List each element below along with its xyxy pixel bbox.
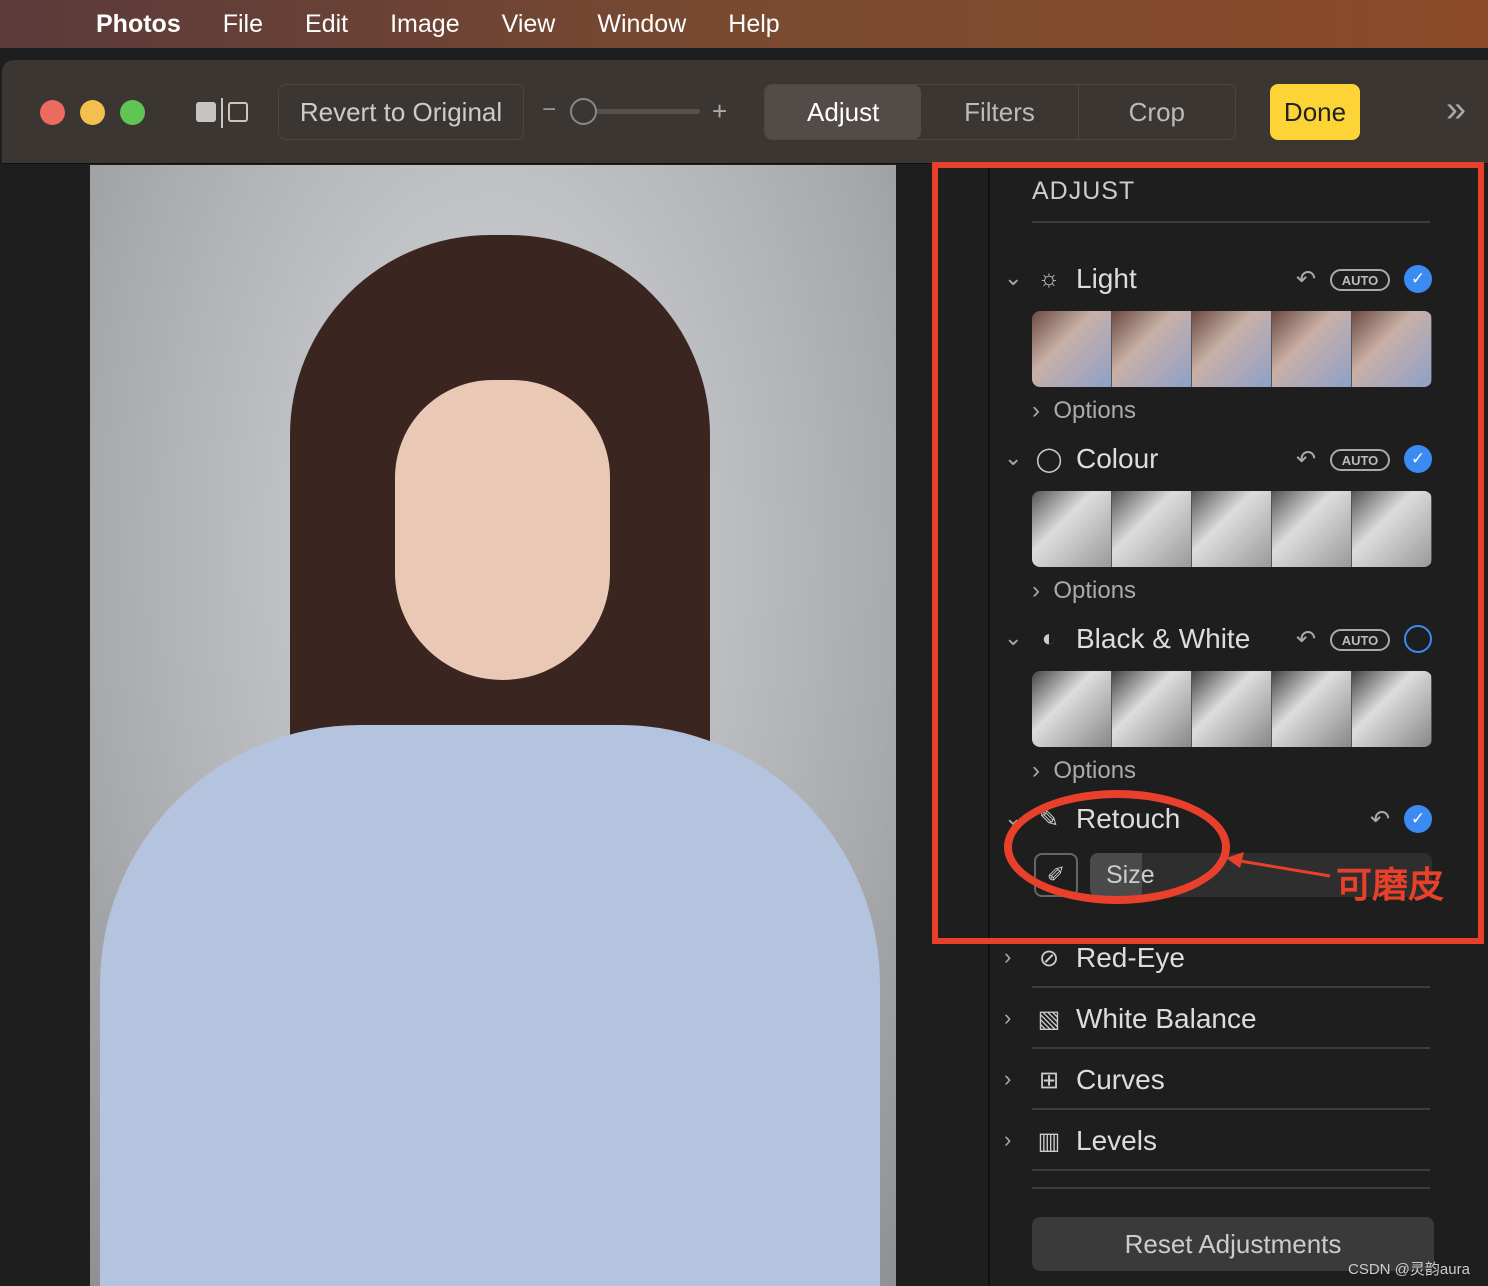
- mode-tabs: Adjust Filters Crop: [764, 84, 1236, 140]
- tab-crop[interactable]: Crop: [1079, 85, 1235, 139]
- zoom-out-icon[interactable]: −: [542, 96, 556, 124]
- photo-shirt: [100, 725, 880, 1286]
- annotation-arrow: [1226, 852, 1331, 878]
- done-button[interactable]: Done: [1270, 84, 1360, 140]
- minimize-button[interactable]: [80, 100, 105, 125]
- section-white-balance[interactable]: › ▧ White Balance: [990, 1001, 1488, 1041]
- divider: [1032, 986, 1430, 988]
- section-levels[interactable]: › ▥ Levels: [990, 1123, 1488, 1163]
- more-icon[interactable]: »: [1446, 88, 1466, 130]
- divider: [1032, 1169, 1430, 1171]
- zoom-button[interactable]: [120, 100, 145, 125]
- photo-face: [395, 380, 610, 680]
- photo-canvas[interactable]: [90, 165, 896, 1286]
- section-red-eye[interactable]: › ⊘ Red-Eye: [990, 940, 1488, 980]
- menu-edit[interactable]: Edit: [305, 10, 348, 39]
- zoom-in-icon[interactable]: +: [712, 96, 727, 127]
- levels-icon: ▥: [1037, 1128, 1061, 1155]
- curves-icon: ⊞: [1038, 1067, 1060, 1094]
- close-button[interactable]: [40, 100, 65, 125]
- section-label: Red-Eye: [1076, 942, 1185, 973]
- menu-photos[interactable]: Photos: [96, 10, 181, 39]
- annotation-ellipse: [1004, 790, 1230, 904]
- menu-window[interactable]: Window: [597, 10, 686, 39]
- menu-image[interactable]: Image: [390, 10, 459, 39]
- section-curves[interactable]: › ⊞ Curves: [990, 1062, 1488, 1102]
- toolbar: Revert to Original − + Adjust Filters Cr…: [2, 60, 1488, 164]
- chevron-right-icon[interactable]: ›: [1004, 1066, 1011, 1092]
- tab-adjust[interactable]: Adjust: [765, 85, 922, 139]
- revert-to-original-button[interactable]: Revert to Original: [278, 84, 524, 140]
- divider: [1032, 1108, 1430, 1110]
- menu-help[interactable]: Help: [728, 10, 779, 39]
- section-label: White Balance: [1076, 1003, 1257, 1034]
- zoom-slider[interactable]: [570, 98, 702, 126]
- section-label: Curves: [1076, 1064, 1165, 1095]
- eye-slash-icon: ⊘: [1038, 945, 1060, 972]
- apple-icon[interactable]: [24, 8, 54, 40]
- section-label: Levels: [1076, 1125, 1157, 1156]
- tab-filters[interactable]: Filters: [921, 85, 1079, 139]
- divider: [1032, 1047, 1430, 1049]
- menu-bar: Photos File Edit Image View Window Help: [0, 0, 1488, 48]
- menu-view[interactable]: View: [502, 10, 556, 39]
- annotation-text: 可磨皮: [1336, 864, 1445, 905]
- white-balance-icon: ▧: [1037, 1006, 1061, 1033]
- watermark: CSDN @灵韵aura: [1348, 1261, 1470, 1278]
- menu-file[interactable]: File: [223, 10, 263, 39]
- chevron-right-icon[interactable]: ›: [1004, 1127, 1011, 1153]
- divider: [1032, 1187, 1430, 1189]
- chevron-right-icon[interactable]: ›: [1004, 944, 1011, 970]
- chevron-right-icon[interactable]: ›: [1004, 1005, 1011, 1031]
- compare-icon[interactable]: [196, 98, 248, 128]
